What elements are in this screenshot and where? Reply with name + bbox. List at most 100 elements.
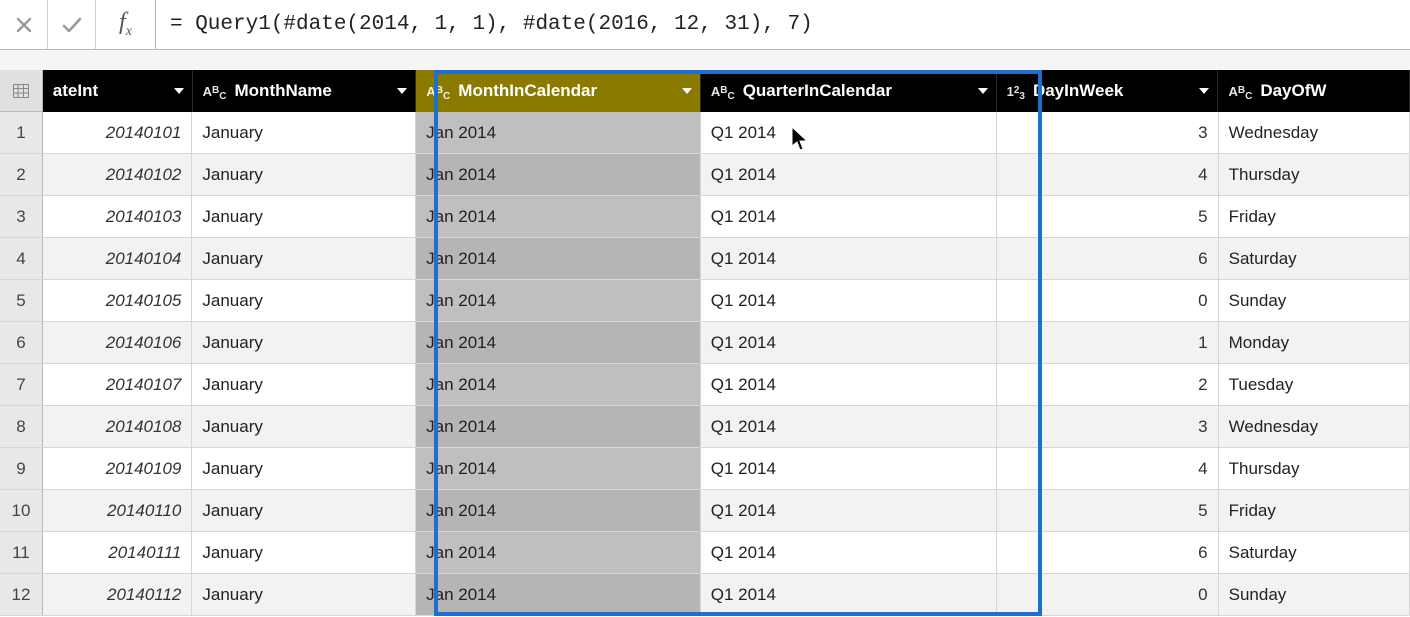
cell[interactable]: Q1 2014 (701, 280, 997, 321)
cell[interactable]: Sunday (1219, 280, 1410, 321)
cell[interactable]: Sunday (1219, 574, 1410, 615)
cell[interactable]: 3 (997, 112, 1219, 153)
cell[interactable]: January (192, 448, 416, 489)
row-number[interactable]: 10 (0, 490, 43, 531)
cell[interactable]: Jan 2014 (416, 364, 701, 405)
cell[interactable]: 6 (997, 532, 1219, 573)
cell[interactable]: 20140105 (43, 280, 192, 321)
column-header-ateint[interactable]: ateInt (43, 70, 193, 112)
cell[interactable]: Jan 2014 (416, 196, 701, 237)
cell[interactable]: Jan 2014 (416, 112, 701, 153)
cell[interactable]: Q1 2014 (701, 112, 997, 153)
row-number[interactable]: 4 (0, 238, 43, 279)
cell[interactable]: Q1 2014 (701, 154, 997, 195)
cell[interactable]: Thursday (1219, 154, 1410, 195)
cell[interactable]: Jan 2014 (416, 532, 701, 573)
cell[interactable]: Jan 2014 (416, 322, 701, 363)
filter-icon[interactable] (678, 82, 696, 100)
row-number[interactable]: 7 (0, 364, 43, 405)
cell[interactable]: Q1 2014 (701, 322, 997, 363)
cell[interactable]: 20140112 (43, 574, 192, 615)
cell[interactable]: 0 (997, 280, 1219, 321)
cell[interactable]: Jan 2014 (416, 574, 701, 615)
cell[interactable]: 5 (997, 490, 1219, 531)
row-number[interactable]: 3 (0, 196, 43, 237)
cell[interactable]: Q1 2014 (701, 364, 997, 405)
row-number[interactable]: 1 (0, 112, 43, 153)
cell[interactable]: Jan 2014 (416, 238, 701, 279)
row-number[interactable]: 11 (0, 532, 43, 573)
row-number[interactable]: 8 (0, 406, 43, 447)
cell[interactable]: Jan 2014 (416, 154, 701, 195)
cell[interactable]: 1 (997, 322, 1219, 363)
row-number[interactable]: 2 (0, 154, 43, 195)
cell[interactable]: 20140103 (43, 196, 192, 237)
row-number[interactable]: 12 (0, 574, 43, 615)
cell[interactable]: 3 (997, 406, 1219, 447)
cancel-button[interactable] (0, 0, 48, 49)
filter-icon[interactable] (1195, 82, 1213, 100)
cell[interactable]: January (192, 322, 416, 363)
cell[interactable]: January (192, 406, 416, 447)
cell[interactable]: January (192, 280, 416, 321)
cell[interactable]: 20140110 (43, 490, 192, 531)
cell[interactable]: January (192, 532, 416, 573)
cell[interactable]: 0 (997, 574, 1219, 615)
cell[interactable]: 20140106 (43, 322, 192, 363)
cell[interactable]: Friday (1219, 196, 1410, 237)
column-header-quarterincalendar[interactable]: ABC QuarterInCalendar (701, 70, 997, 112)
cell[interactable]: January (192, 154, 416, 195)
cell[interactable]: Thursday (1219, 448, 1410, 489)
cell[interactable]: Q1 2014 (701, 532, 997, 573)
cell[interactable]: Q1 2014 (701, 448, 997, 489)
column-header-dayofw[interactable]: ABC DayOfW (1218, 70, 1410, 112)
column-header-monthincalendar[interactable]: ABC MonthInCalendar (416, 70, 700, 112)
cell[interactable]: Jan 2014 (416, 280, 701, 321)
cell[interactable]: 20140109 (43, 448, 192, 489)
cell[interactable]: Q1 2014 (701, 196, 997, 237)
cell[interactable]: 4 (997, 448, 1219, 489)
cell[interactable]: 20140102 (43, 154, 192, 195)
cell[interactable]: 20140101 (43, 112, 192, 153)
column-header-monthname[interactable]: ABC MonthName (193, 70, 417, 112)
fx-button[interactable]: fx (96, 0, 156, 49)
cell[interactable]: Saturday (1219, 238, 1410, 279)
row-number[interactable]: 6 (0, 322, 43, 363)
cell[interactable]: Monday (1219, 322, 1410, 363)
cell[interactable]: Q1 2014 (701, 574, 997, 615)
cell[interactable]: Wednesday (1219, 406, 1410, 447)
cell[interactable]: 20140107 (43, 364, 192, 405)
cell[interactable]: 20140104 (43, 238, 192, 279)
cell[interactable]: Saturday (1219, 532, 1410, 573)
cell[interactable]: January (192, 574, 416, 615)
cell[interactable]: 5 (997, 196, 1219, 237)
cell[interactable]: Wednesday (1219, 112, 1410, 153)
cell[interactable]: Tuesday (1219, 364, 1410, 405)
cell[interactable]: Jan 2014 (416, 448, 701, 489)
cell[interactable]: Jan 2014 (416, 490, 701, 531)
cell[interactable]: January (192, 112, 416, 153)
filter-icon[interactable] (170, 82, 188, 100)
cell[interactable]: 20140108 (43, 406, 192, 447)
formula-input[interactable] (156, 0, 1410, 49)
row-number[interactable]: 9 (0, 448, 43, 489)
filter-icon[interactable] (393, 82, 411, 100)
cell[interactable]: Friday (1219, 490, 1410, 531)
column-header-dayinweek[interactable]: 123 DayInWeek (997, 70, 1219, 112)
row-number[interactable]: 5 (0, 280, 43, 321)
filter-icon[interactable] (974, 82, 992, 100)
cell[interactable]: Q1 2014 (701, 490, 997, 531)
cell[interactable]: Jan 2014 (416, 406, 701, 447)
cell[interactable]: Q1 2014 (701, 238, 997, 279)
cell[interactable]: 2 (997, 364, 1219, 405)
cell[interactable]: Q1 2014 (701, 406, 997, 447)
select-all-corner[interactable] (0, 70, 43, 112)
cell[interactable]: 6 (997, 238, 1219, 279)
confirm-button[interactable] (48, 0, 96, 49)
cell[interactable]: 4 (997, 154, 1219, 195)
cell[interactable]: January (192, 364, 416, 405)
cell[interactable]: January (192, 490, 416, 531)
cell[interactable]: January (192, 238, 416, 279)
cell[interactable]: January (192, 196, 416, 237)
cell[interactable]: 20140111 (43, 532, 192, 573)
